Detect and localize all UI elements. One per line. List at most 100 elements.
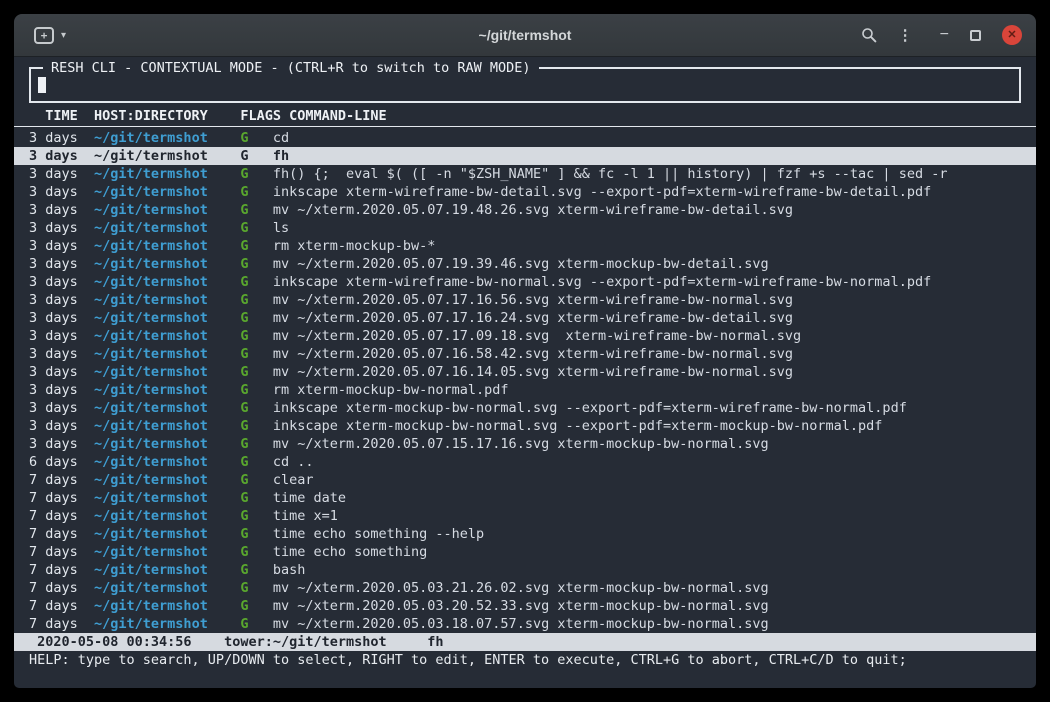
titlebar[interactable]: + ▾ ~/git/termshot ⋮ − ✕ [14,14,1036,57]
row-command: mv ~/xterm.2020.05.03.21.26.02.svg xterm… [273,580,769,596]
row-command: fh() {; eval $( ([ -n "$ZSH_NAME" ] && f… [273,166,948,182]
close-icon: ✕ [1007,30,1016,41]
row-flags: G [240,580,273,596]
menu-button[interactable]: ⋮ [898,28,913,43]
history-row[interactable]: 7 days ~/git/termshot G time x=1 [14,507,1036,525]
history-row[interactable]: 3 days ~/git/termshot G inkscape xterm-w… [14,273,1036,291]
history-row[interactable]: 3 days ~/git/termshot G fh() {; eval $( … [14,165,1036,183]
resh-search-frame: RESH CLI - CONTEXTUAL MODE - (CTRL+R to … [29,67,1021,103]
titlebar-actions: ⋮ − ✕ [861,25,1022,45]
history-row[interactable]: 3 days ~/git/termshot G inkscape xterm-m… [14,417,1036,435]
search-input[interactable] [31,69,1019,101]
row-time: 3 days [29,202,94,218]
restore-button[interactable] [970,30,981,41]
row-flags: G [240,400,273,416]
row-time: 7 days [29,598,94,614]
row-flags: G [240,598,273,614]
row-time: 7 days [29,562,94,578]
history-row[interactable]: 3 days ~/git/termshot G rm xterm-mockup-… [14,237,1036,255]
history-row[interactable]: 6 days ~/git/termshot G cd .. [14,453,1036,471]
row-host-directory: ~/git/termshot [94,400,240,416]
row-time: 3 days [29,382,94,398]
history-row[interactable]: 7 days ~/git/termshot G mv ~/xterm.2020.… [14,597,1036,615]
row-time: 3 days [29,292,94,308]
row-command: inkscape xterm-mockup-bw-normal.svg --ex… [273,418,883,434]
history-row[interactable]: 3 days ~/git/termshot G inkscape xterm-w… [14,183,1036,201]
row-flags: G [240,130,273,146]
history-row[interactable]: 3 days ~/git/termshot G mv ~/xterm.2020.… [14,255,1036,273]
row-command: cd .. [273,454,314,470]
search-button[interactable] [861,27,877,43]
row-command: time echo something --help [273,526,484,542]
row-command: time x=1 [273,508,338,524]
history-row[interactable]: 3 days ~/git/termshot G mv ~/xterm.2020.… [14,327,1036,345]
row-command: mv ~/xterm.2020.05.07.16.58.42.svg xterm… [273,346,793,362]
history-row[interactable]: 7 days ~/git/termshot G mv ~/xterm.2020.… [14,579,1036,597]
row-flags: G [240,292,273,308]
history-row[interactable]: 7 days ~/git/termshot G time echo someth… [14,543,1036,561]
row-command: inkscape xterm-wireframe-bw-detail.svg -… [273,184,931,200]
row-host-directory: ~/git/termshot [94,184,240,200]
row-flags: G [240,220,273,236]
history-row[interactable]: 3 days ~/git/termshot G ls [14,219,1036,237]
row-host-directory: ~/git/termshot [94,616,240,632]
new-terminal-button[interactable]: + ▾ [28,23,72,48]
history-row[interactable]: 3 days ~/git/termshot G cd [14,129,1036,147]
row-command: cd [273,130,289,146]
row-host-directory: ~/git/termshot [94,166,240,182]
row-host-directory: ~/git/termshot [94,598,240,614]
row-host-directory: ~/git/termshot [94,274,240,290]
row-time: 3 days [29,166,94,182]
row-host-directory: ~/git/termshot [94,148,240,164]
history-row[interactable]: 3 days ~/git/termshot G fh [14,147,1036,165]
history-row[interactable]: 3 days ~/git/termshot G inkscape xterm-m… [14,399,1036,417]
row-flags: G [240,148,273,164]
search-icon [861,27,877,43]
row-flags: G [240,562,273,578]
history-row[interactable]: 7 days ~/git/termshot G time date [14,489,1036,507]
row-host-directory: ~/git/termshot [94,328,240,344]
history-row[interactable]: 3 days ~/git/termshot G mv ~/xterm.2020.… [14,291,1036,309]
terminal-content[interactable]: RESH CLI - CONTEXTUAL MODE - (CTRL+R to … [14,57,1036,688]
row-host-directory: ~/git/termshot [94,526,240,542]
row-command: rm xterm-mockup-bw-* [273,238,436,254]
row-host-directory: ~/git/termshot [94,220,240,236]
text-cursor [38,77,46,93]
minimize-icon: − [940,27,949,43]
row-command: inkscape xterm-mockup-bw-normal.svg --ex… [273,400,907,416]
history-row[interactable]: 7 days ~/git/termshot G mv ~/xterm.2020.… [14,615,1036,633]
row-time: 7 days [29,490,94,506]
history-row[interactable]: 3 days ~/git/termshot G mv ~/xterm.2020.… [14,201,1036,219]
row-time: 7 days [29,544,94,560]
row-host-directory: ~/git/termshot [94,454,240,470]
close-button[interactable]: ✕ [1002,25,1022,45]
row-time: 3 days [29,400,94,416]
row-time: 7 days [29,580,94,596]
row-command: mv ~/xterm.2020.05.07.17.16.56.svg xterm… [273,292,793,308]
history-row[interactable]: 7 days ~/git/termshot G clear [14,471,1036,489]
row-host-directory: ~/git/termshot [94,202,240,218]
history-row[interactable]: 7 days ~/git/termshot G time echo someth… [14,525,1036,543]
terminal-icon: + [34,27,54,44]
row-flags: G [240,544,273,560]
history-row[interactable]: 3 days ~/git/termshot G mv ~/xterm.2020.… [14,363,1036,381]
row-command: ls [273,220,289,236]
row-command: bash [273,562,306,578]
row-time: 7 days [29,472,94,488]
history-table-header: TIME HOST:DIRECTORY FLAGS COMMAND-LINE [14,107,1036,127]
history-row[interactable]: 3 days ~/git/termshot G mv ~/xterm.2020.… [14,435,1036,453]
row-flags: G [240,616,273,632]
minimize-button[interactable]: − [940,27,949,43]
history-row[interactable]: 7 days ~/git/termshot G bash [14,561,1036,579]
history-row[interactable]: 3 days ~/git/termshot G mv ~/xterm.2020.… [14,309,1036,327]
history-row[interactable]: 3 days ~/git/termshot G rm xterm-mockup-… [14,381,1036,399]
row-time: 3 days [29,274,94,290]
row-flags: G [240,526,273,542]
row-command: clear [273,472,314,488]
row-host-directory: ~/git/termshot [94,472,240,488]
row-flags: G [240,328,273,344]
row-host-directory: ~/git/termshot [94,256,240,272]
history-row[interactable]: 3 days ~/git/termshot G mv ~/xterm.2020.… [14,345,1036,363]
help-bar: HELP: type to search, UP/DOWN to select,… [14,651,1036,669]
row-command: inkscape xterm-wireframe-bw-normal.svg -… [273,274,931,290]
